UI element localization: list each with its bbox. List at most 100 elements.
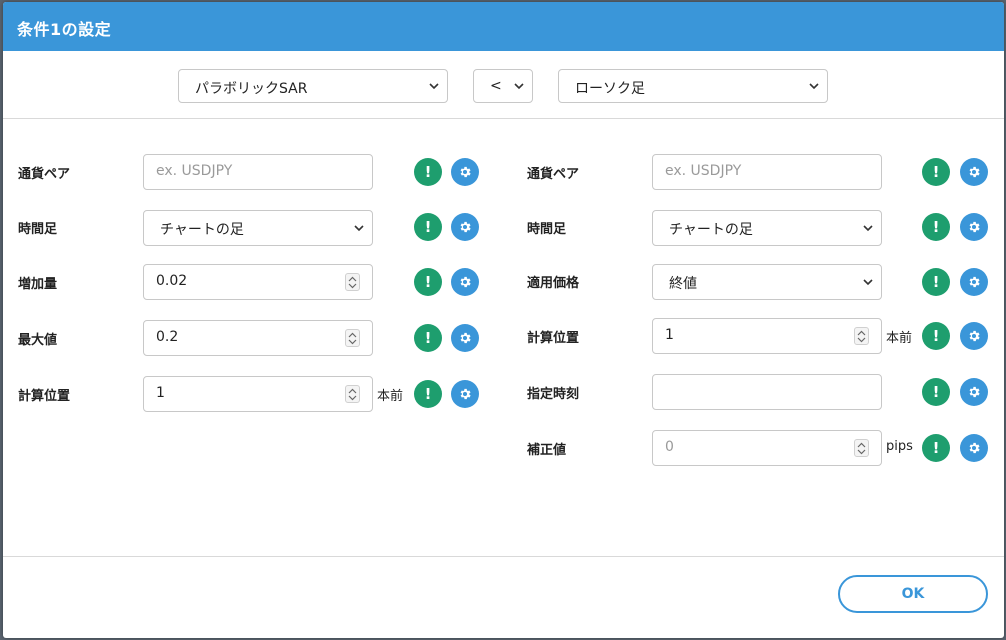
chevron-down-icon [863,279,873,286]
operator-value: < [490,78,502,94]
gear-icon [969,330,980,342]
left-max-value-label: 最大値 [18,333,58,348]
right-currency-pair-input[interactable]: ex. USDJPY [652,154,882,190]
gear-icon [460,221,471,233]
left-timeframe-select[interactable]: チャートの足 [143,210,373,246]
left-increment-alert-button[interactable]: ! [414,268,442,296]
left-indicator-value: パラボリックSAR [195,81,308,97]
right-correction-unit: pips [886,439,913,454]
right-correction-settings-button[interactable] [960,434,988,462]
divider [3,118,1004,119]
exclamation-icon: ! [424,329,432,347]
right-correction-input[interactable]: 0 [652,430,882,466]
exclamation-icon: ! [424,218,432,236]
condition-settings-dialog: 条件1の設定 パラボリックSAR < ローソク足 通貨ペア ex. USDJPY… [3,2,1004,638]
right-specified-time-label: 指定時刻 [527,387,580,402]
right-timeframe-select[interactable]: チャートの足 [652,210,882,246]
right-currency-pair-alert-button[interactable]: ! [922,158,950,186]
number-spinner[interactable] [345,273,360,291]
right-timeframe-settings-button[interactable] [960,213,988,241]
exclamation-icon: ! [424,163,432,181]
left-increment-label: 増加量 [18,277,58,292]
gear-icon [460,332,471,344]
left-calc-position-value: 1 [156,385,165,401]
right-calc-position-value: 1 [665,327,674,343]
caret-down-icon [348,283,357,289]
chevron-down-icon [429,83,439,90]
caret-down-icon [348,395,357,401]
right-applied-price-value: 終値 [669,276,697,292]
left-currency-pair-alert-button[interactable]: ! [414,158,442,186]
left-increment-input[interactable]: 0.02 [143,264,373,300]
right-indicator-value: ローソク足 [575,81,645,97]
right-specified-time-input[interactable] [652,374,882,410]
left-currency-pair-input[interactable]: ex. USDJPY [143,154,373,190]
left-calc-position-input[interactable]: 1 [143,376,373,412]
gear-icon [969,276,980,288]
right-indicator-select[interactable]: ローソク足 [558,69,828,103]
left-currency-pair-placeholder: ex. USDJPY [156,163,233,179]
right-applied-price-label: 適用価格 [527,276,580,291]
gear-icon [969,221,980,233]
caret-up-icon [348,276,357,282]
caret-up-icon [857,330,866,336]
number-spinner[interactable] [854,327,869,345]
exclamation-icon: ! [932,439,940,457]
caret-down-icon [348,339,357,345]
right-calc-position-settings-button[interactable] [960,322,988,350]
dialog-header: 条件1の設定 [3,2,1004,51]
footer-divider [3,556,1004,557]
right-timeframe-alert-button[interactable]: ! [922,213,950,241]
left-increment-value: 0.02 [156,273,188,289]
right-timeframe-label: 時間足 [527,222,567,237]
right-calc-position-unit: 本前 [886,331,913,346]
left-calc-position-alert-button[interactable]: ! [414,380,442,408]
right-specified-time-settings-button[interactable] [960,378,988,406]
right-specified-time-alert-button[interactable]: ! [922,378,950,406]
left-max-value-alert-button[interactable]: ! [414,324,442,352]
exclamation-icon: ! [932,383,940,401]
right-applied-price-select[interactable]: 終値 [652,264,882,300]
exclamation-icon: ! [424,273,432,291]
gear-icon [969,442,980,454]
right-currency-pair-label: 通貨ペア [527,167,580,182]
caret-up-icon [348,388,357,394]
gear-icon [460,166,471,178]
ok-button[interactable]: OK [838,575,988,613]
right-calc-position-alert-button[interactable]: ! [922,322,950,350]
left-max-value-input[interactable]: 0.2 [143,320,373,356]
chevron-down-icon [354,225,364,232]
right-calc-position-input[interactable]: 1 [652,318,882,354]
gear-icon [460,388,471,400]
right-applied-price-settings-button[interactable] [960,268,988,296]
gear-icon [969,166,980,178]
number-spinner[interactable] [345,329,360,347]
exclamation-icon: ! [932,273,940,291]
left-indicator-select[interactable]: パラボリックSAR [178,69,448,103]
exclamation-icon: ! [932,163,940,181]
exclamation-icon: ! [932,327,940,345]
left-max-value-settings-button[interactable] [451,324,479,352]
left-calc-position-settings-button[interactable] [451,380,479,408]
exclamation-icon: ! [424,385,432,403]
left-currency-pair-label: 通貨ペア [18,167,71,182]
right-applied-price-alert-button[interactable]: ! [922,268,950,296]
left-calc-position-unit: 本前 [377,389,404,404]
exclamation-icon: ! [932,218,940,236]
right-correction-alert-button[interactable]: ! [922,434,950,462]
right-correction-label: 補正値 [527,443,567,458]
number-spinner[interactable] [345,385,360,403]
left-timeframe-alert-button[interactable]: ! [414,213,442,241]
left-timeframe-settings-button[interactable] [451,213,479,241]
operator-select[interactable]: < [473,69,533,103]
left-timeframe-label: 時間足 [18,222,58,237]
caret-up-icon [857,442,866,448]
left-increment-settings-button[interactable] [451,268,479,296]
number-spinner[interactable] [854,439,869,457]
chevron-down-icon [809,83,819,90]
left-currency-pair-settings-button[interactable] [451,158,479,186]
right-correction-value: 0 [665,439,674,455]
chevron-down-icon [863,225,873,232]
caret-down-icon [857,337,866,343]
right-currency-pair-settings-button[interactable] [960,158,988,186]
